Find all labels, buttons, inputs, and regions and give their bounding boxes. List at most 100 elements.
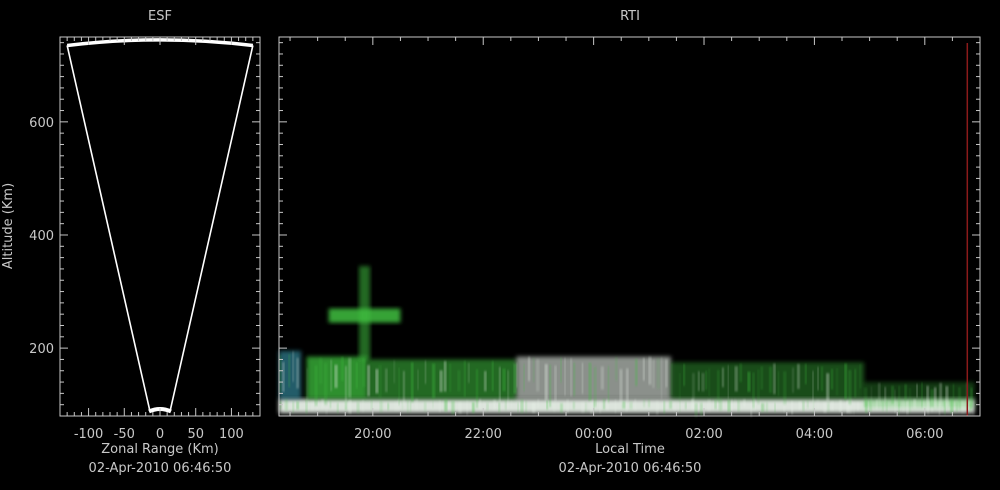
rti-echo-striation [884,386,886,402]
rti-echo-striation [505,399,507,410]
rti-echo-striation [491,361,494,392]
rti-echo-striation [570,358,572,397]
rti-echo-striation [296,357,299,389]
rti-echo-striation [394,401,398,411]
rti-echo-striation [798,401,802,410]
rti-echo-striation [700,402,703,417]
rti-echo-striation [909,388,911,413]
rti-echo-region [864,382,975,408]
esf-timestamp: 02-Apr-2010 06:46:50 [89,461,232,476]
rti-echo-striation [423,402,427,412]
rti-echo-striation [288,354,291,388]
rti-echo-striation [707,399,711,411]
rti-echo-striation [402,371,405,406]
esf-x-tick-label: 0 [156,427,164,442]
esf-x-tick-label: 100 [219,427,244,442]
rti-echo-striation [600,366,604,390]
rti-echo-striation [669,400,672,409]
rti-echo-striation [970,387,973,409]
rti-echo-striation [831,401,834,411]
rti-echo-striation [625,401,628,411]
esf-x-tick-label: -100 [74,427,104,442]
rti-echo-striation [554,365,557,402]
rti-echo-striation [750,403,753,417]
rti-echo-striation [444,399,448,412]
rti-echo-striation [701,372,705,392]
rti-echo-striation [594,366,597,407]
esf-y-tick-label: 400 [29,229,54,244]
rti-echo-striation [553,402,556,412]
rti-echo-striation [665,359,668,388]
rti-echo-striation [930,389,934,407]
rti-echo-striation [292,401,294,413]
rti-echo-striation [311,401,314,411]
rti-echo-striation [472,402,475,413]
rti-echo-striation [727,365,729,399]
rti-echo-striation [734,399,736,409]
rti-echo-striation [692,373,695,409]
esf-fan-plot [66,38,254,414]
rti-echo-striation [972,401,975,415]
rti-echo-striation [705,370,707,390]
rti-echo-striation [581,402,585,413]
rti-echo-striation [525,400,527,413]
rti-echo-striation [791,401,793,415]
rti-x-tick-label: 02:00 [685,427,722,442]
rti-echo-striation [607,366,610,403]
rti-echo-striation [334,364,338,388]
rti-echo-striation [330,400,332,409]
rti-echo-striation [517,402,519,413]
rti-echo-striation [406,400,409,413]
rti-echo-striation [906,401,909,414]
rti-echo-striation [523,364,525,392]
rti-echo-striation [698,371,700,392]
rti-echo-striation [926,385,929,411]
rti-echo-striation [719,399,723,411]
rti-echo-striation [466,400,468,415]
rti-y-axis [279,42,980,406]
rti-echo-striation [401,401,403,411]
rti-echo-striation [626,368,629,402]
rti-echo-striation [848,369,852,405]
rti-echo-striation [532,402,536,413]
rti-echo-striation [950,399,954,414]
rti-echo-striation [336,403,339,414]
rti-echo-striation [356,362,358,389]
rti-echo-striation [560,403,563,413]
rti-echo-striation [648,399,650,408]
rti-echo-striation [398,367,400,406]
rti-echo-striation [324,363,328,405]
rti-echo-striation [356,402,360,414]
rti-echo-striation [393,360,396,384]
rti-echo-striation [417,369,419,390]
rti-echo-striation [708,368,710,397]
rti-echo-striation [451,400,455,415]
rti-echo-striation [827,402,830,412]
esf-title: ESF [148,9,172,24]
rti-echo-striation [599,401,601,413]
rti-echo-striation [306,368,308,405]
rti-echo-striation [362,358,366,387]
rti-echo-striation [484,371,487,392]
rti-echo-striation [894,389,896,413]
rti-echo-striation [714,399,717,410]
rti-echo-striation [817,366,819,391]
rti-echo-striation [486,403,489,411]
rti-echo-striation [913,399,916,409]
rti-echo-striation [752,372,755,409]
rti-echo-striation [670,363,673,396]
rti-echo-striation [652,359,655,388]
rti-echo-striation [916,383,918,398]
esf-y-tick-label: 200 [29,342,54,357]
rti-echo-striation [657,358,660,389]
rti-echo-striation [321,399,325,409]
rti-echo-striation [385,368,388,393]
rti-echo-striation [438,400,441,412]
rti-echo-striation [375,369,379,394]
rti-echo-striation [891,385,894,404]
rti-echo-striation [673,402,676,411]
rti-echo-striation [387,402,390,411]
rti-echo-striation [857,402,859,411]
rti-echo-striation [564,357,566,396]
rti-echo-striation [969,403,971,412]
